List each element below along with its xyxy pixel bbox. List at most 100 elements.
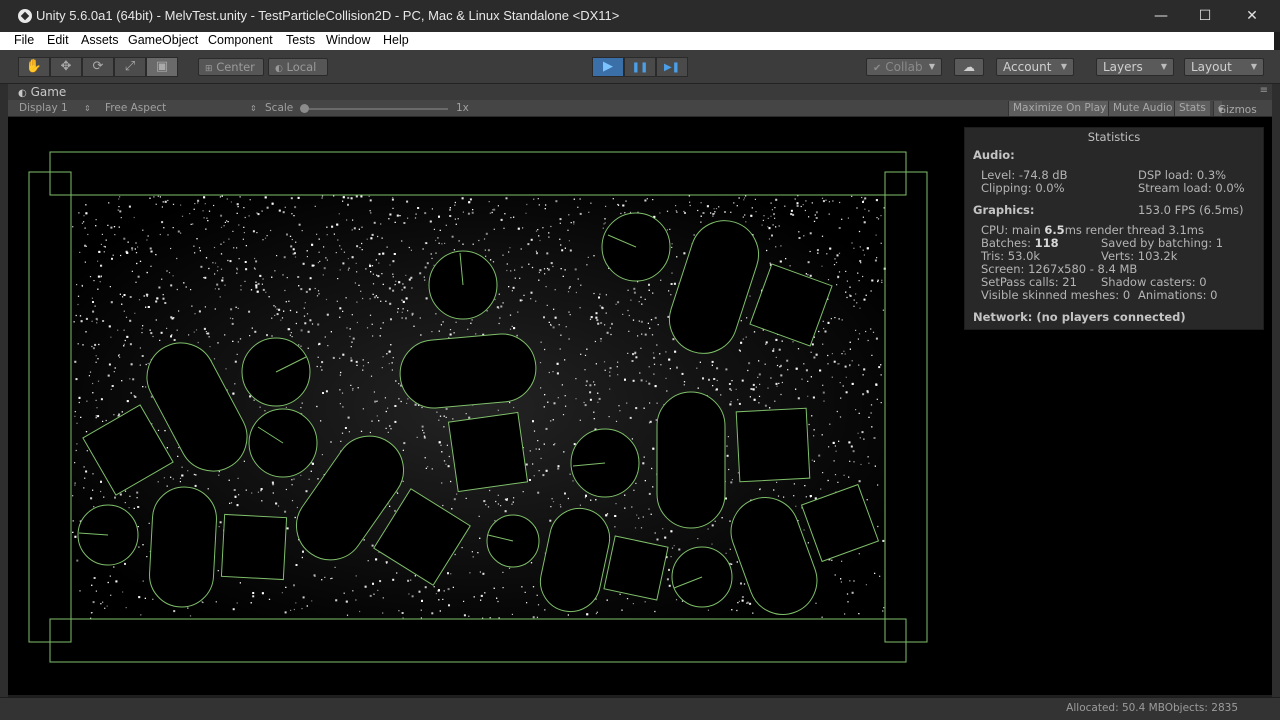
game-view-toolbar: Display 1 ⇕ Free Aspect ⇕ Scale 1x Maxim…: [8, 100, 1272, 117]
layout-label: Layout: [1191, 60, 1232, 74]
mute-audio-toggle[interactable]: Mute Audio: [1108, 101, 1177, 116]
scale-slider[interactable]: [300, 104, 448, 113]
allocation-readout: Allocated: 50.4 MBObjects: 2835: [1066, 702, 1238, 714]
statistics-title: Statistics: [1087, 130, 1141, 144]
rotate-icon: ⟳: [92, 59, 104, 74]
box-collider: [735, 407, 811, 483]
statistics-panel: Statistics Audio: Level: -74.8 dB DSP lo…: [964, 127, 1264, 330]
account-label: Account: [1003, 60, 1052, 74]
play-icon: ▶: [603, 59, 613, 74]
minimize-button[interactable]: —: [1138, 0, 1184, 32]
fps-readout: 153.0 FPS (6.5ms): [1138, 203, 1244, 217]
move-tool-button[interactable]: ✥: [50, 57, 82, 77]
box-collider: [220, 513, 288, 581]
gizmos-dropdown[interactable]: Gizmos ▼: [1213, 101, 1257, 116]
rotate-tool-button[interactable]: ⟳: [82, 57, 114, 77]
game-tab-header: ◐ Game ≡: [8, 84, 1272, 100]
boundary-top: [49, 151, 907, 196]
pivot-icon: ⊞: [205, 64, 213, 74]
left-panel-edge: [0, 84, 8, 697]
chevron-updown-icon: ⇕: [250, 104, 257, 113]
boundary-right: [884, 171, 928, 643]
chevron-updown-icon: ⇕: [84, 104, 91, 113]
tris-readout: Tris: 53.0k: [981, 249, 1041, 263]
menu-assets[interactable]: Assets: [81, 33, 119, 47]
scale-value: 1x: [456, 102, 469, 114]
layers-dropdown[interactable]: Layers ▼: [1096, 58, 1174, 76]
collab-dropdown[interactable]: ✔ Collab ▼: [866, 58, 942, 76]
capsule-collider: [656, 391, 726, 529]
menu-file[interactable]: File: [14, 33, 34, 47]
menu-gameobject[interactable]: GameObject: [128, 33, 198, 47]
display-dropdown[interactable]: Display 1: [19, 102, 68, 114]
animations-readout: Animations: 0: [1138, 288, 1218, 302]
stream-load: Stream load: 0.0%: [1138, 181, 1245, 195]
pause-icon: ❚❚: [631, 62, 649, 73]
account-dropdown[interactable]: Account ▼: [996, 58, 1074, 76]
scale-tool-button[interactable]: ⤢: [114, 57, 146, 77]
batches-prefix: Batches:: [981, 236, 1035, 250]
verts-readout: Verts: 103.2k: [1101, 249, 1178, 263]
menu-window[interactable]: Window: [326, 33, 370, 47]
maximize-on-play-toggle[interactable]: Maximize On Play: [1008, 101, 1111, 116]
hand-tool-button[interactable]: ✋: [18, 57, 50, 77]
cloud-button[interactable]: ☁: [954, 58, 984, 76]
capsule-collider: [399, 333, 537, 409]
rect-tool-icon: ▣: [155, 59, 169, 74]
chevron-down-icon: ▼: [928, 62, 935, 71]
layout-dropdown[interactable]: Layout ▼: [1184, 58, 1264, 76]
graphics-header: Graphics:: [973, 203, 1035, 217]
title-bar: Unity 5.6.0a1 (64bit) - MelvTest.unity -…: [0, 0, 1280, 32]
audio-header: Audio:: [973, 148, 1015, 162]
capsule-collider: [149, 486, 217, 608]
scale-icon: ⤢: [124, 59, 136, 74]
chevron-down-icon: ▼: [1160, 62, 1167, 71]
move-icon: ✥: [60, 59, 72, 74]
box-collider: [603, 535, 669, 601]
network-readout: Network: (no players connected): [973, 310, 1186, 324]
boundary-left: [28, 171, 72, 643]
audio-clipping: Clipping: 0.0%: [981, 181, 1065, 195]
close-button[interactable]: ✕: [1229, 0, 1275, 32]
menu-component[interactable]: Component: [208, 33, 273, 47]
play-button[interactable]: ▶: [592, 57, 624, 77]
menu-bar: File Edit Assets GameObject Component Te…: [0, 32, 1274, 50]
dsp-load: DSP load: 0.3%: [1138, 168, 1227, 182]
tab-game-label: Game: [30, 85, 67, 99]
scale-slider-handle[interactable]: [300, 104, 309, 113]
maximize-button[interactable]: ☐: [1182, 0, 1228, 32]
gizmos-label: Gizmos: [1218, 104, 1257, 116]
pivot-local-button[interactable]: ◐ Local: [268, 58, 328, 76]
pause-button[interactable]: ❚❚: [624, 57, 656, 77]
batches-readout: Batches: 118: [981, 236, 1059, 250]
pivot-center-button[interactable]: ⊞ Center: [198, 58, 264, 76]
shadow-casters-readout: Shadow casters: 0: [1101, 275, 1207, 289]
check-icon: ✔: [873, 63, 882, 74]
screen-readout: Screen: 1267x580 - 8.4 MB: [981, 262, 1138, 276]
chevron-down-icon: ▼: [1218, 106, 1224, 114]
cpu-main-value: 6.5: [1044, 223, 1065, 237]
tab-menu-icon[interactable]: ≡: [1260, 85, 1268, 96]
stats-toggle[interactable]: Stats: [1174, 101, 1210, 116]
unity-logo-icon: [18, 9, 32, 23]
space-label: Local: [286, 60, 317, 74]
scale-label: Scale: [265, 102, 294, 114]
rect-tool-button[interactable]: ▣: [146, 57, 178, 77]
skinned-meshes-readout: Visible skinned meshes: 0: [981, 288, 1131, 302]
aspect-dropdown[interactable]: Free Aspect: [105, 102, 166, 114]
pivot-label: Center: [216, 60, 255, 74]
status-bar: Allocated: 50.4 MBObjects: 2835: [0, 697, 1280, 720]
saved-by-batching: Saved by batching: 1: [1101, 236, 1224, 250]
step-icon: ▶❚: [663, 62, 681, 73]
menu-tests[interactable]: Tests: [286, 33, 315, 47]
batches-value: 118: [1034, 236, 1059, 250]
step-button[interactable]: ▶❚: [656, 57, 688, 77]
cloud-icon: ☁: [963, 60, 975, 74]
main-toolbar: ✋ ✥ ⟳ ⤢ ▣ ⊞ Center ◐ Local ▶ ❚❚ ▶❚ ✔ Col…: [0, 50, 1280, 84]
menu-help[interactable]: Help: [383, 33, 409, 47]
tab-game[interactable]: ◐ Game: [18, 85, 66, 99]
menu-edit[interactable]: Edit: [47, 33, 69, 47]
audio-level: Level: -74.8 dB: [981, 168, 1068, 182]
window-title: Unity 5.6.0a1 (64bit) - MelvTest.unity -…: [36, 8, 620, 23]
hand-icon: ✋: [25, 59, 43, 74]
